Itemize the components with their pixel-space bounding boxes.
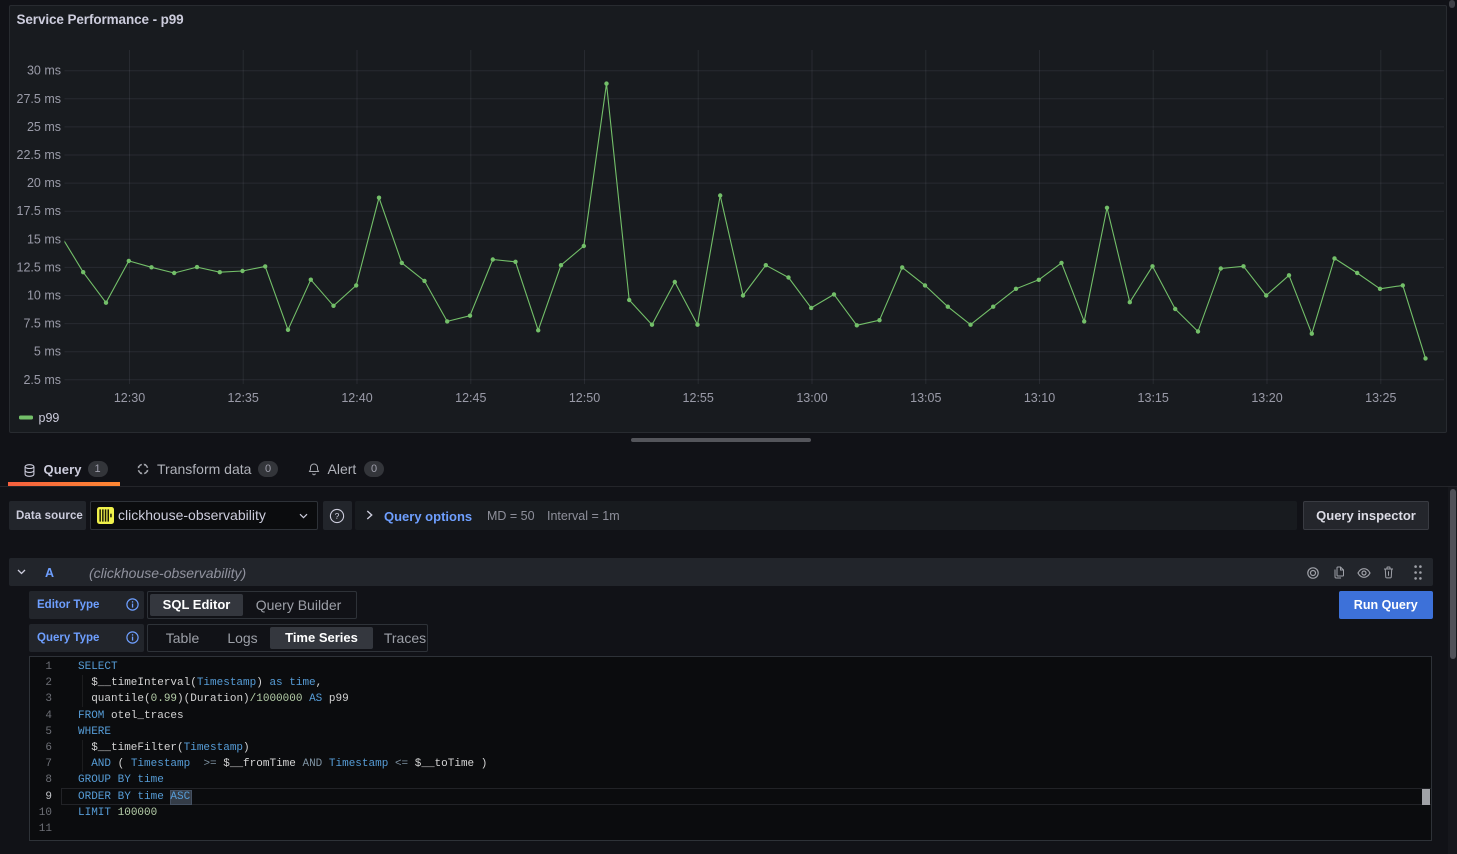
- svg-text:27.5 ms: 27.5 ms: [17, 92, 61, 106]
- svg-text:20 ms: 20 ms: [27, 176, 61, 190]
- svg-text:13:25: 13:25: [1365, 391, 1396, 405]
- svg-text:12:55: 12:55: [683, 391, 714, 405]
- svg-text:12:50: 12:50: [569, 391, 600, 405]
- svg-text:p99: p99: [39, 411, 60, 425]
- svg-text:12:35: 12:35: [228, 391, 259, 405]
- svg-text:30 ms: 30 ms: [27, 64, 61, 78]
- svg-text:13:10: 13:10: [1024, 391, 1055, 405]
- svg-text:15 ms: 15 ms: [27, 232, 61, 246]
- svg-text:25 ms: 25 ms: [27, 120, 61, 134]
- svg-text:12.5 ms: 12.5 ms: [17, 260, 61, 274]
- svg-text:10 ms: 10 ms: [27, 289, 61, 303]
- svg-text:7.5 ms: 7.5 ms: [23, 317, 61, 331]
- svg-text:12:30: 12:30: [114, 391, 145, 405]
- svg-text:?: ?: [335, 511, 340, 521]
- svg-text:5 ms: 5 ms: [34, 345, 61, 359]
- svg-text:22.5 ms: 22.5 ms: [17, 148, 61, 162]
- svg-text:13:15: 13:15: [1138, 391, 1169, 405]
- svg-text:13:05: 13:05: [910, 391, 941, 405]
- svg-text:13:20: 13:20: [1251, 391, 1282, 405]
- svg-text:17.5 ms: 17.5 ms: [17, 204, 61, 218]
- svg-text:13:00: 13:00: [796, 391, 827, 405]
- svg-text:2.5 ms: 2.5 ms: [23, 373, 61, 387]
- svg-text:12:45: 12:45: [455, 391, 486, 405]
- svg-text:12:40: 12:40: [341, 391, 372, 405]
